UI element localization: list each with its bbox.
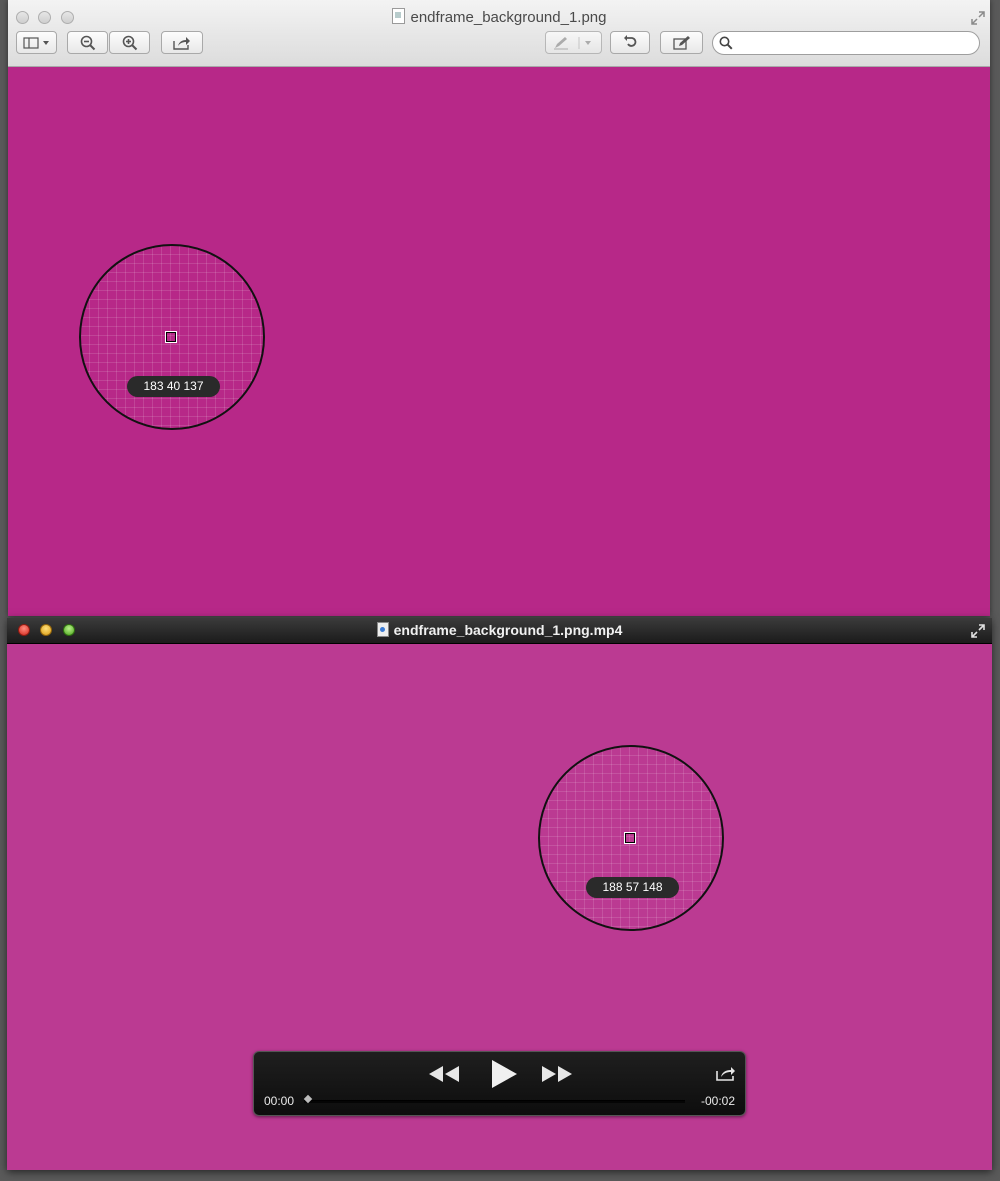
zoom-out-button[interactable] bbox=[67, 31, 108, 54]
window-title: endframe_background_1.png.mp4 bbox=[7, 622, 992, 638]
share-icon bbox=[173, 36, 190, 50]
document-icon bbox=[391, 8, 405, 24]
edit-toolbar-button[interactable] bbox=[660, 31, 703, 54]
search-field[interactable] bbox=[712, 31, 980, 55]
scrubber-track[interactable] bbox=[304, 1100, 685, 1103]
rgb-readout: 188 57 148 bbox=[586, 877, 679, 898]
fullscreen-icon[interactable] bbox=[970, 10, 986, 26]
preview-title-text: endframe_background_1.png bbox=[410, 9, 607, 26]
search-icon bbox=[719, 36, 733, 50]
rotate-icon bbox=[624, 34, 637, 47]
edit-toolbar-icon bbox=[672, 35, 690, 50]
share-button[interactable] bbox=[161, 31, 203, 54]
share-icon[interactable] bbox=[716, 1065, 736, 1081]
play-icon[interactable] bbox=[490, 1059, 518, 1089]
quicktime-window: endframe_background_1.png.mp4 188 57 148… bbox=[7, 618, 992, 1170]
zoom-in-button[interactable] bbox=[109, 31, 150, 54]
sample-pixel-marker bbox=[165, 331, 177, 343]
annotate-button[interactable] bbox=[545, 31, 602, 54]
preview-window: endframe_background_1.png 183 40 137 bbox=[8, 0, 990, 616]
quicktime-titlebar: endframe_background_1.png.mp4 bbox=[7, 618, 992, 644]
sample-pixel-marker bbox=[624, 832, 636, 844]
preview-titlebar: endframe_background_1.png bbox=[8, 0, 990, 67]
pen-icon bbox=[553, 36, 591, 49]
quicktime-title-text: endframe_background_1.png.mp4 bbox=[393, 622, 623, 638]
color-magnifier: 183 40 137 bbox=[79, 244, 265, 430]
window-title: endframe_background_1.png bbox=[8, 8, 990, 26]
playback-controls: 00:00 -00:02 bbox=[253, 1051, 746, 1116]
color-magnifier: 188 57 148 bbox=[538, 745, 724, 931]
rewind-icon[interactable] bbox=[428, 1065, 460, 1083]
current-time: 00:00 bbox=[264, 1094, 295, 1108]
remaining-time: -00:02 bbox=[700, 1094, 735, 1108]
zoom-out-icon bbox=[80, 35, 95, 50]
zoom-in-icon bbox=[122, 35, 137, 50]
fast-forward-icon[interactable] bbox=[541, 1065, 573, 1083]
rotate-button[interactable] bbox=[610, 31, 650, 54]
movie-file-icon bbox=[376, 622, 389, 637]
fullscreen-icon[interactable] bbox=[970, 623, 986, 639]
rgb-readout: 183 40 137 bbox=[127, 376, 220, 397]
sidebar-view-button[interactable] bbox=[16, 31, 57, 54]
sidebar-toggle-icon bbox=[22, 36, 49, 49]
